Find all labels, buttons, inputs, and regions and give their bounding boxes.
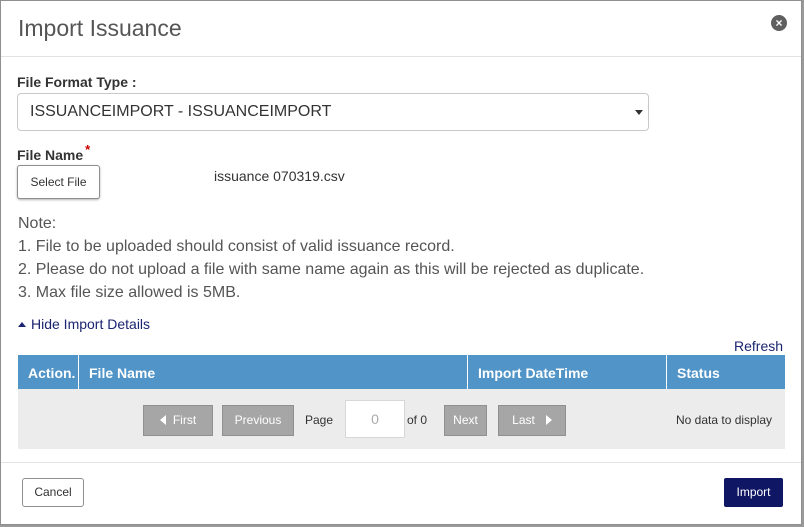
page-label: Page bbox=[305, 413, 334, 427]
note-item: 2. Please do not upload a file with same… bbox=[18, 261, 645, 278]
refresh-link[interactable]: Refresh bbox=[734, 338, 783, 354]
caret-up-icon bbox=[18, 322, 26, 327]
last-page-button[interactable]: Last bbox=[498, 405, 566, 436]
column-header-status[interactable]: Status bbox=[667, 355, 785, 389]
arrow-right-icon bbox=[545, 415, 552, 425]
first-page-button[interactable]: First bbox=[143, 405, 213, 436]
dialog-title: Import Issuance bbox=[18, 15, 182, 41]
notes: Note: 1. File to be uploaded should cons… bbox=[18, 212, 644, 304]
file-name-label: File Name * bbox=[17, 142, 91, 163]
select-file-button[interactable]: Select File bbox=[17, 165, 100, 199]
file-format-value: ISSUANCEIMPORT - ISSUANCEIMPORT bbox=[30, 103, 332, 120]
column-header-file-name[interactable]: File Name bbox=[79, 355, 468, 389]
hide-import-details-link[interactable]: Hide Import Details bbox=[18, 316, 150, 332]
caret-down-icon bbox=[635, 110, 643, 115]
cancel-button[interactable]: Cancel bbox=[22, 478, 84, 507]
note-item: 1. File to be uploaded should consist of… bbox=[18, 238, 455, 255]
selected-file-name: issuance 070319.csv bbox=[214, 168, 345, 184]
arrow-left-icon bbox=[159, 415, 166, 425]
import-button[interactable]: Import bbox=[724, 478, 783, 507]
footer-divider bbox=[1, 462, 801, 463]
no-data-message: No data to display bbox=[676, 413, 773, 427]
close-icon[interactable]: × bbox=[771, 15, 787, 31]
grid-header: Action. File Name Import DateTime Status bbox=[18, 355, 785, 389]
page-count: of 0 bbox=[407, 413, 428, 427]
next-page-button[interactable]: Next bbox=[444, 405, 487, 436]
notes-heading: Note: bbox=[18, 215, 57, 232]
dialog-header: Import Issuance × bbox=[1, 1, 801, 57]
column-header-action[interactable]: Action. bbox=[18, 355, 79, 389]
file-format-label: File Format Type : bbox=[17, 74, 137, 90]
required-marker: * bbox=[85, 142, 91, 157]
column-header-import-datetime[interactable]: Import DateTime bbox=[468, 355, 667, 389]
previous-page-button[interactable]: Previous bbox=[222, 405, 294, 436]
import-issuance-dialog: Import Issuance × File Format Type : ISS… bbox=[0, 0, 802, 525]
file-format-select[interactable]: ISSUANCEIMPORT - ISSUANCEIMPORT bbox=[17, 93, 649, 131]
import-details-grid: Action. File Name Import DateTime Status… bbox=[18, 355, 785, 449]
note-item: 3. Max file size allowed is 5MB. bbox=[18, 284, 241, 301]
page-number-input[interactable]: 0 bbox=[345, 400, 405, 438]
